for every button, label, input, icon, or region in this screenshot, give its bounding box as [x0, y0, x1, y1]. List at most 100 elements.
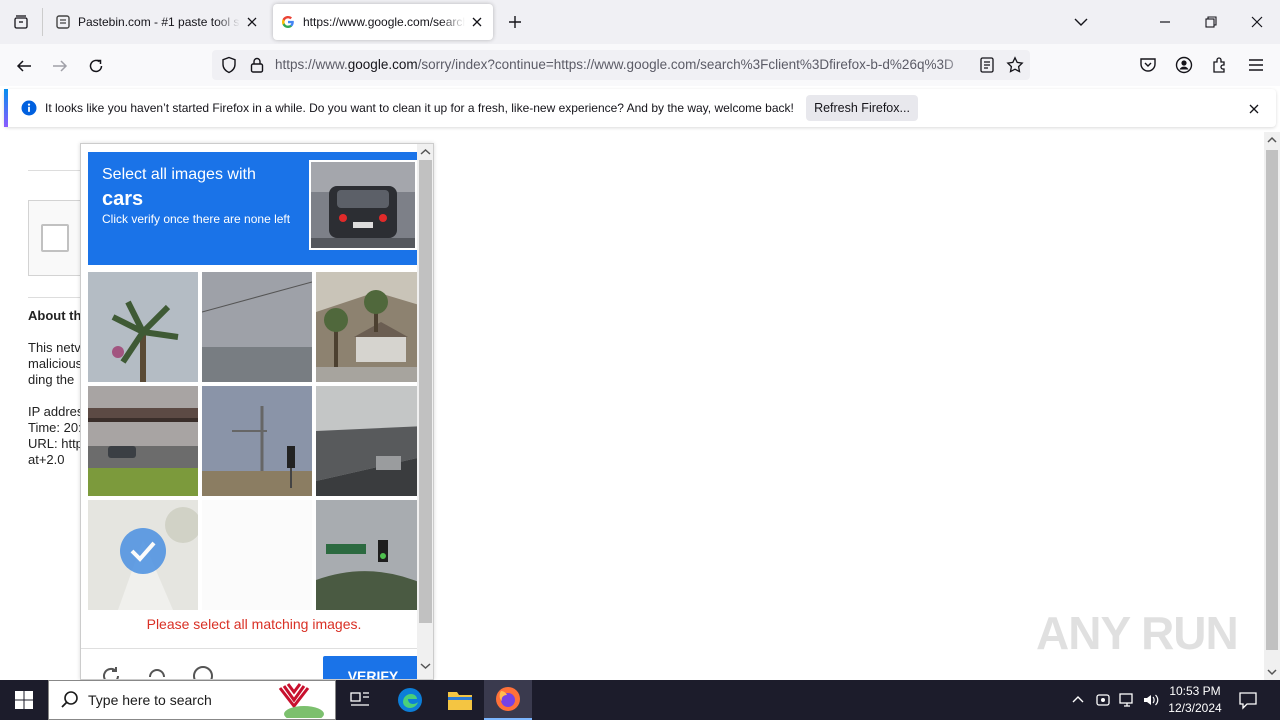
captcha-tile[interactable]: [316, 386, 426, 496]
back-button[interactable]: [10, 52, 38, 80]
captcha-tile[interactable]: [202, 272, 312, 382]
volume-icon[interactable]: [1142, 692, 1160, 708]
captcha-tile[interactable]: [88, 272, 198, 382]
tab-pastebin[interactable]: Pastebin.com - #1 paste tool since 2002!: [48, 4, 268, 40]
recaptcha-checkbox[interactable]: [41, 224, 69, 252]
page-text-line: at+2.0: [28, 452, 65, 467]
overcast-sky-image: [202, 272, 312, 382]
show-hidden-icons-icon[interactable]: [1070, 692, 1086, 708]
scroll-down-icon[interactable]: [1267, 668, 1277, 676]
tab-title: https://www.google.com/search?client=fir…: [303, 15, 465, 29]
lock-icon[interactable]: [248, 56, 266, 74]
tab-strip: Pastebin.com - #1 paste tool since 2002!…: [0, 0, 1280, 44]
scroll-up-icon[interactable]: [420, 148, 431, 156]
refresh-firefox-button[interactable]: Refresh Firefox...: [806, 95, 918, 121]
page-scrollbar-thumb[interactable]: [1266, 150, 1278, 650]
taskbar-clock[interactable]: 10:53 PM 12/3/2024: [1160, 683, 1230, 717]
close-notification-icon[interactable]: [1248, 102, 1260, 114]
account-icon[interactable]: [1174, 55, 1194, 75]
plus-icon: [509, 16, 521, 28]
page-text-line: Time: 20:: [28, 420, 82, 435]
captcha-tile-loading[interactable]: [202, 500, 312, 610]
scroll-down-icon[interactable]: [420, 662, 431, 670]
challenge-scrollbar-thumb[interactable]: [419, 160, 432, 623]
pocket-icon[interactable]: [1138, 55, 1158, 75]
tab-list-icon: [14, 15, 28, 29]
meet-now-icon[interactable]: [1095, 692, 1111, 708]
captcha-tile-selected[interactable]: [88, 500, 198, 610]
bookmark-star-icon[interactable]: [1006, 56, 1024, 74]
reader-view-icon[interactable]: [978, 56, 996, 74]
minimize-icon: [1160, 21, 1170, 23]
sample-car-image: [309, 160, 417, 250]
captcha-tile[interactable]: [316, 272, 426, 382]
about-heading: About th: [28, 308, 82, 323]
minimize-button[interactable]: [1142, 0, 1188, 44]
close-tab-icon[interactable]: [469, 14, 485, 30]
restore-button[interactable]: [1188, 0, 1234, 44]
anyrun-watermark: ANY RUN: [1036, 607, 1239, 659]
close-icon: [1251, 16, 1263, 28]
tracking-protection-icon[interactable]: [220, 56, 238, 74]
taskbar-search-placeholder: Type here to search: [88, 692, 212, 708]
traffic-light-pole-image: [202, 386, 312, 496]
challenge-footer-divider: [81, 648, 427, 649]
info-icon: [21, 100, 37, 116]
captcha-tile[interactable]: [88, 386, 198, 496]
scroll-up-icon[interactable]: [1267, 136, 1277, 144]
highway-overpass-image: [88, 386, 198, 496]
edge-icon: [398, 688, 422, 712]
menu-hamburger-icon[interactable]: [1246, 55, 1266, 75]
page-scrollbar[interactable]: [1264, 132, 1280, 680]
clock-time: 10:53 PM: [1169, 684, 1221, 698]
edge-taskbar-button[interactable]: [386, 680, 434, 720]
close-tab-icon[interactable]: [244, 14, 260, 30]
reload-button[interactable]: [82, 52, 110, 80]
clock-date: 12/3/2024: [1168, 701, 1222, 715]
chevron-down-icon: [1074, 18, 1088, 26]
divider: [28, 297, 80, 298]
tab-title: Pastebin.com - #1 paste tool since 2002!: [78, 15, 240, 29]
page-text-line: URL: http: [28, 436, 83, 451]
tab-list-button[interactable]: [0, 0, 42, 44]
start-button[interactable]: [0, 680, 48, 720]
arrow-right-icon: [53, 60, 68, 72]
street-sign-traffic-light-image: [316, 500, 426, 610]
pastebin-icon: [56, 15, 70, 29]
file-explorer-taskbar-button[interactable]: [436, 680, 484, 720]
folder-icon: [448, 692, 472, 710]
captcha-tile[interactable]: [202, 386, 312, 496]
task-view-button[interactable]: [336, 680, 384, 720]
verify-button[interactable]: VERIFY: [323, 656, 423, 679]
challenge-instruction: Select all images with: [102, 166, 256, 183]
reload-challenge-icon[interactable]: [99, 664, 123, 679]
help-icon[interactable]: [191, 664, 215, 679]
google-icon: [281, 15, 295, 29]
url-text[interactable]: https://www.google.com/sorry/index?conti…: [275, 57, 970, 75]
task-view-icon: [350, 692, 369, 706]
extensions-icon[interactable]: [1210, 55, 1230, 75]
error-message: Please select all matching images.: [146, 616, 362, 632]
firefox-icon: [496, 687, 520, 711]
new-tab-button[interactable]: [492, 0, 538, 44]
list-all-tabs-button[interactable]: [1058, 0, 1104, 44]
captcha-tile[interactable]: [316, 500, 426, 610]
forward-button[interactable]: [46, 52, 74, 80]
url-path: /sorry/index?continue=https://www.google…: [417, 57, 954, 72]
notification-message: It looks like you haven’t started Firefo…: [45, 101, 794, 115]
close-window-button[interactable]: [1234, 0, 1280, 44]
audio-challenge-icon[interactable]: [145, 664, 169, 679]
recaptcha-challenge: Select all images with cars Click verify…: [80, 143, 434, 680]
url-host: google.com: [347, 57, 418, 72]
palm-houses-image: [316, 272, 426, 382]
windows-logo-icon: [15, 691, 33, 709]
challenge-scrollbar[interactable]: [417, 144, 433, 679]
firefox-taskbar-button[interactable]: [484, 680, 532, 720]
notifications-icon[interactable]: [1238, 690, 1258, 710]
challenge-subtext: Click verify once there are none left: [102, 212, 291, 226]
search-icon: [60, 690, 80, 710]
network-icon[interactable]: [1118, 692, 1136, 708]
reload-icon: [89, 59, 103, 73]
tab-google[interactable]: https://www.google.com/search?client=fir…: [273, 4, 493, 40]
challenge-header: Select all images with cars Click verify…: [88, 152, 418, 265]
